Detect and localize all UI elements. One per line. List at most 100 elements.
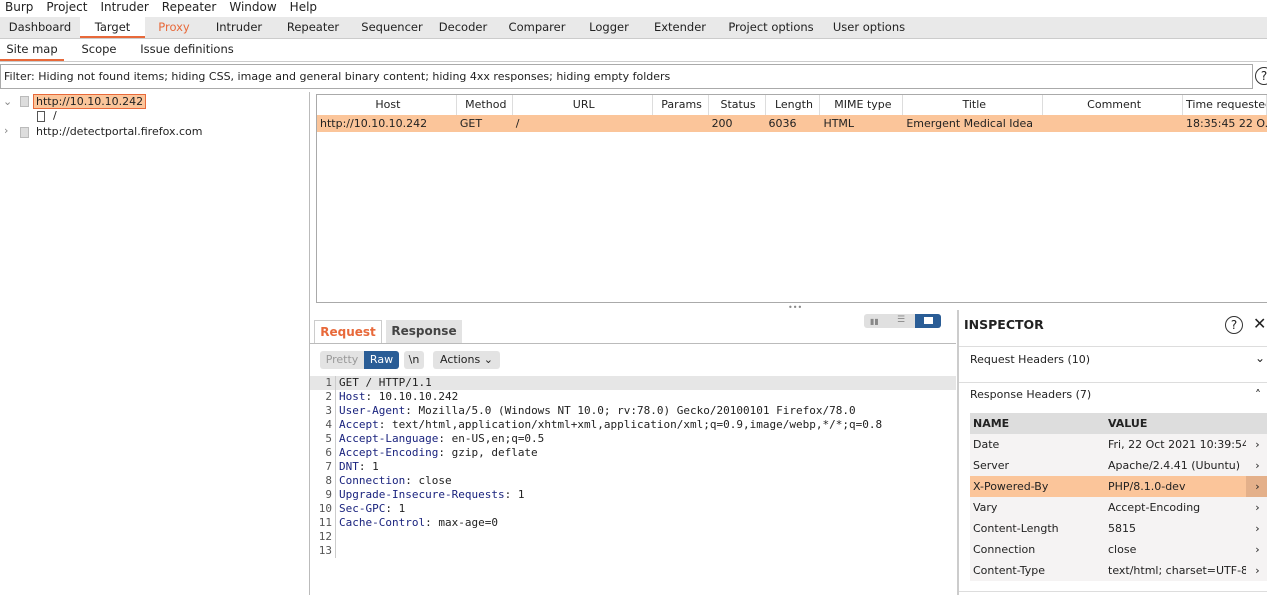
tree-host-selected[interactable]: http://10.10.10.242	[33, 94, 147, 109]
col-url[interactable]: URL	[512, 95, 653, 115]
tab-proxy[interactable]: Proxy	[145, 17, 203, 38]
col-host[interactable]: Host	[317, 95, 457, 115]
col-mime[interactable]: MIME type	[820, 95, 904, 115]
tab-logger[interactable]: Logger	[581, 17, 637, 38]
menu-repeater[interactable]: Repeater	[157, 0, 225, 17]
tab-dashboard[interactable]: Dashboard	[0, 17, 80, 38]
chevron-down-icon: ⌄	[483, 353, 493, 366]
header-value: : gzip, deflate	[438, 446, 538, 459]
help-icon[interactable]: ?	[1225, 316, 1243, 334]
chevron-right-icon[interactable]: ›	[1246, 497, 1267, 518]
tab-comparer[interactable]: Comparer	[493, 17, 581, 38]
chevron-down-icon[interactable]: ⌄	[1255, 351, 1265, 365]
col-status[interactable]: Status	[708, 95, 766, 115]
tab-user-options[interactable]: User options	[819, 17, 919, 38]
chevron-down-icon[interactable]: ⌄	[3, 95, 12, 108]
subtab-scope[interactable]: Scope	[64, 39, 134, 61]
layout-split-icon[interactable]: ▮▮	[870, 317, 879, 326]
chevron-right-icon[interactable]: ›	[4, 124, 8, 137]
tab-decoder[interactable]: Decoder	[433, 17, 493, 38]
header-value: text/html; charset=UTF-8	[1108, 564, 1246, 577]
actions-button[interactable]: Actions ⌄	[433, 351, 500, 369]
menu-window[interactable]: Window	[224, 0, 284, 17]
chevron-right-icon[interactable]: ›	[1246, 539, 1267, 560]
tab-response[interactable]: Response	[386, 320, 462, 343]
header-value: : close	[405, 474, 452, 487]
header-name: Sec-GPC	[339, 502, 386, 515]
col-length[interactable]: Length	[765, 95, 821, 115]
menu-help[interactable]: Help	[285, 0, 325, 17]
tree-path[interactable]: /	[53, 109, 57, 122]
tab-repeater[interactable]: Repeater	[275, 17, 351, 38]
tab-project-options[interactable]: Project options	[723, 17, 819, 38]
col-title[interactable]: Title	[903, 95, 1044, 115]
menu-intruder[interactable]: Intruder	[95, 0, 156, 17]
header-value: : 10.10.10.242	[365, 390, 459, 403]
col-params[interactable]: Params	[652, 95, 709, 115]
line-number: 4	[310, 418, 336, 432]
inspector-row[interactable]: Date Fri, 22 Oct 2021 10:39:54... ›	[970, 434, 1267, 455]
chevron-right-icon[interactable]: ›	[1246, 455, 1267, 476]
tab-request[interactable]: Request	[314, 320, 382, 343]
tab-extender[interactable]: Extender	[637, 17, 723, 38]
editor-line: 9 Upgrade-Insecure-Requests: 1	[310, 488, 956, 502]
editor-line: 1 GET / HTTP/1.1	[310, 376, 956, 390]
chevron-right-icon[interactable]: ›	[1246, 518, 1267, 539]
line-number: 6	[310, 446, 336, 460]
tab-target[interactable]: Target	[80, 17, 145, 38]
layout-single-icon[interactable]	[915, 314, 941, 328]
subtab-site-map[interactable]: Site map	[0, 39, 64, 61]
tab-sequencer[interactable]: Sequencer	[351, 17, 433, 38]
line-number: 2	[310, 390, 336, 404]
tree-host[interactable]: http://detectportal.firefox.com	[36, 125, 202, 138]
chevron-right-icon[interactable]: ›	[1246, 476, 1267, 497]
tab-intruder[interactable]: Intruder	[203, 17, 275, 38]
col-method[interactable]: Method	[456, 95, 513, 115]
col-time[interactable]: Time requested	[1183, 95, 1267, 115]
inspector-title: INSPECTOR	[964, 317, 1044, 332]
cell-comment	[1043, 115, 1183, 132]
header-name: Connection	[339, 474, 406, 487]
main-tabs: Dashboard Target Proxy Intruder Repeater…	[0, 17, 1267, 39]
col-comment[interactable]: Comment	[1043, 95, 1184, 115]
response-headers-section[interactable]: Response Headers (7)	[970, 388, 1091, 401]
menu-burp[interactable]: Burp	[0, 0, 41, 17]
layout-stacked-icon[interactable]: ☰	[897, 315, 905, 325]
inspector-row[interactable]: Connection close ›	[970, 539, 1267, 560]
subtab-issue-definitions[interactable]: Issue definitions	[134, 39, 240, 61]
inspector-row[interactable]: Content-Length 5815 ›	[970, 518, 1267, 539]
header-value: : 1	[504, 488, 525, 501]
request-headers-section[interactable]: Request Headers (10)	[970, 353, 1090, 366]
inspector-row[interactable]: Vary Accept-Encoding ›	[970, 497, 1267, 518]
inspector-row[interactable]: Server Apache/2.4.41 (Ubuntu) ›	[970, 455, 1267, 476]
help-icon[interactable]: ?	[1255, 67, 1267, 85]
inspector-row[interactable]: X-Powered-By PHP/8.1.0-dev ›	[970, 476, 1267, 497]
cell-title: Emergent Medical Idea	[906, 117, 1034, 130]
header-name: Host	[339, 390, 366, 403]
filter-bar[interactable]: Filter: Hiding not found items; hiding C…	[0, 64, 1253, 89]
header-value: close	[1108, 543, 1137, 556]
request-text-editor[interactable]: 1 GET / HTTP/1.1 2 Host: 10.10.10.242 3 User-…	[310, 376, 956, 595]
file-icon	[37, 111, 45, 122]
close-icon[interactable]: ✕	[1253, 314, 1266, 333]
pretty-button[interactable]: Pretty	[320, 351, 364, 369]
menu-bar: Burp Project Intruder Repeater Window He…	[0, 0, 1267, 17]
message-editor: Request Response ▮▮ ☰ Pretty Raw \n Acti…	[310, 310, 956, 595]
table-row[interactable]: http://10.10.10.242 GET / 200 6036 HTML …	[317, 115, 1267, 132]
newline-button[interactable]: \n	[404, 351, 424, 369]
editor-line: 10 Sec-GPC: 1	[310, 502, 956, 516]
menu-project[interactable]: Project	[41, 0, 95, 17]
inspector-row[interactable]: Content-Type text/html; charset=UTF-8 ›	[970, 560, 1267, 581]
editor-line: 5 Accept-Language: en-US,en;q=0.5	[310, 432, 956, 446]
line-text: Accept-Encoding: gzip, deflate	[336, 446, 538, 460]
line-number: 12	[310, 530, 336, 544]
header-name: Accept-Encoding	[339, 446, 439, 459]
inspector-panel: INSPECTOR ? ✕ Request Headers (10) ⌄ Res…	[957, 310, 1267, 595]
chevron-up-icon[interactable]: ˄	[1255, 388, 1261, 402]
raw-button[interactable]: Raw	[364, 351, 399, 369]
line-text	[336, 544, 339, 558]
chevron-right-icon[interactable]: ›	[1246, 560, 1267, 581]
col-name: NAME	[973, 417, 1010, 430]
chevron-right-icon[interactable]: ›	[1246, 434, 1267, 455]
header-value: 5815	[1108, 522, 1136, 535]
